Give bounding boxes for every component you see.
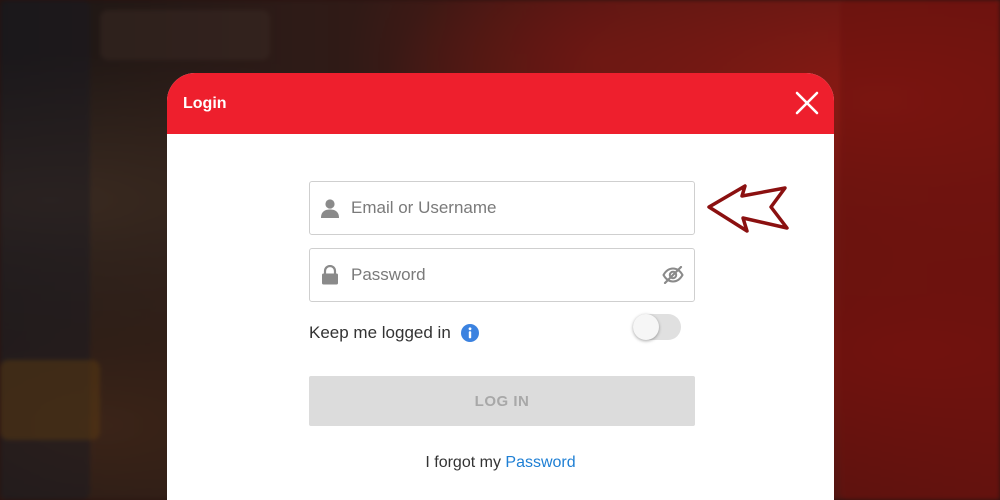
info-icon[interactable] [460,324,479,342]
login-dialog: Login Email or Username Keep me logged i… [167,73,834,500]
close-button[interactable] [794,90,820,116]
close-icon [795,91,819,115]
eye-slash-icon [662,266,684,284]
login-button[interactable]: LOG IN [309,376,695,426]
keep-logged-in-label: Keep me logged in [309,323,451,342]
toggle-knob [633,314,659,340]
keep-logged-in-row: Keep me logged in [309,314,681,345]
username-field[interactable] [309,181,695,235]
keep-logged-in-toggle[interactable] [633,314,681,340]
user-icon [319,197,341,219]
arrow-left-icon [707,184,789,233]
dialog-title: Login [183,94,227,112]
username-input[interactable] [351,182,694,234]
forgot-password-row: I forgot my Password [167,454,834,472]
forgot-prefix: I forgot my [425,454,501,471]
password-field[interactable] [309,248,695,302]
password-input[interactable] [351,249,660,301]
toggle-password-visibility-button[interactable] [660,262,686,288]
forgot-password-link[interactable]: Password [505,454,575,471]
dialog-header: Login [167,73,834,134]
lock-icon [319,264,341,286]
